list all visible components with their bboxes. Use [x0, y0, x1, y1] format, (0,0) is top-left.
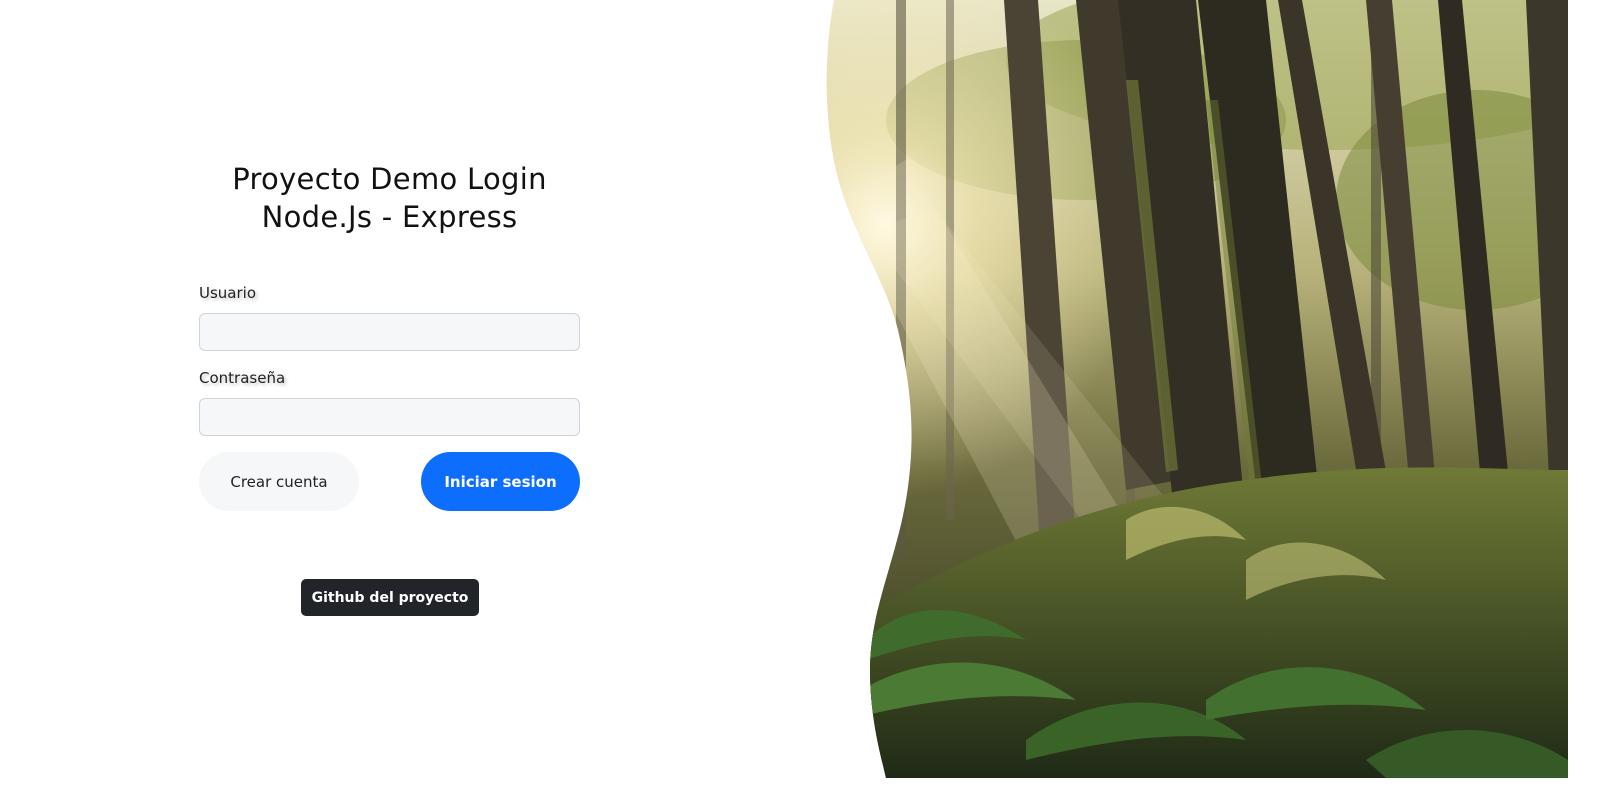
title-line-2: Node.Js - Express	[261, 200, 518, 234]
username-input[interactable]	[199, 313, 580, 351]
username-label: Usuario	[199, 284, 257, 302]
forest-photo-icon	[826, 0, 1568, 778]
password-label: Contraseña	[199, 369, 286, 387]
github-link-wrap: Github del proyecto	[301, 579, 479, 616]
form-actions: Crear cuenta Iniciar sesion	[199, 452, 580, 511]
login-page: Proyecto Demo Login Node.Js - Express Us…	[0, 0, 1597, 792]
password-group: Contraseña	[199, 369, 580, 436]
sign-in-button[interactable]: Iniciar sesion	[421, 452, 580, 511]
login-panel: Proyecto Demo Login Node.Js - Express Us…	[199, 160, 580, 511]
create-account-button[interactable]: Crear cuenta	[199, 452, 359, 511]
login-form: Usuario Contraseña Crear cuenta Iniciar …	[199, 284, 580, 511]
username-group: Usuario	[199, 284, 580, 351]
password-input[interactable]	[199, 398, 580, 436]
title-line-1: Proyecto Demo Login	[232, 162, 547, 196]
page-title: Proyecto Demo Login Node.Js - Express	[199, 160, 580, 236]
forest-photo	[826, 0, 1568, 778]
github-button[interactable]: Github del proyecto	[301, 579, 479, 616]
